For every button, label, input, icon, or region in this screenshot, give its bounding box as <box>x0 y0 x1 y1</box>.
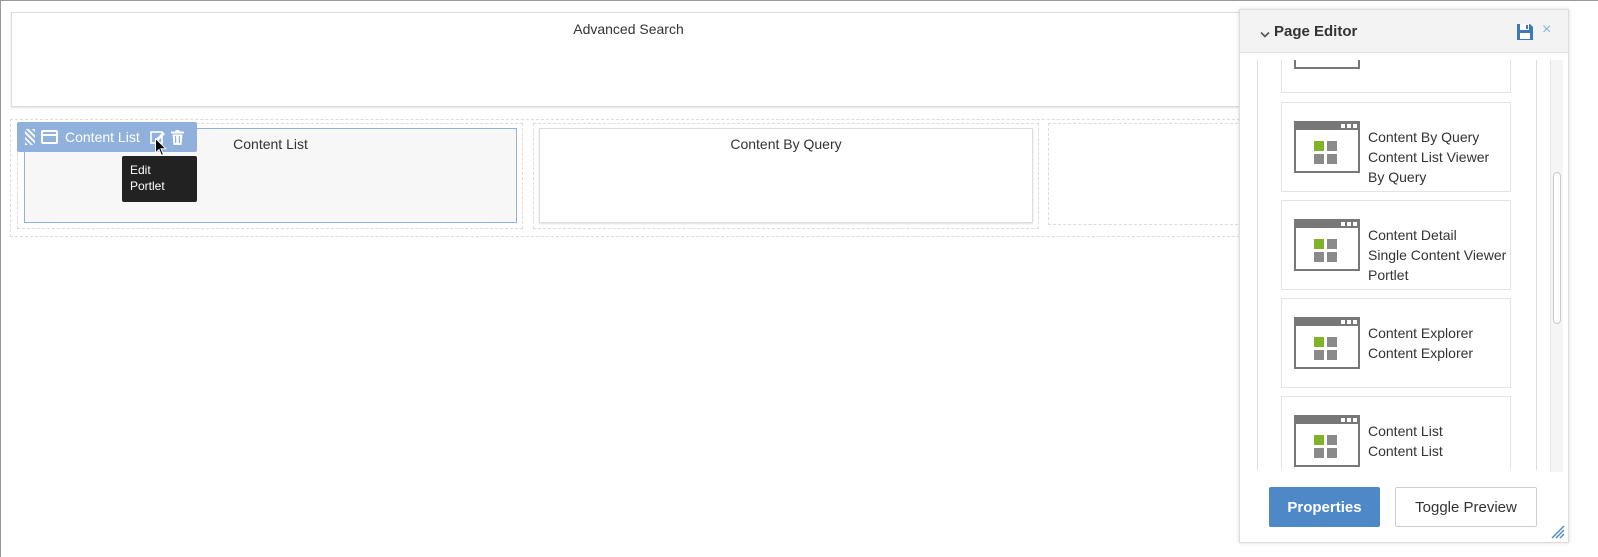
portlet-card[interactable]: Content List Content List <box>1281 396 1511 470</box>
catalog-scrollbar[interactable] <box>1550 60 1563 472</box>
portlet-thumbnail-icon <box>1294 317 1360 369</box>
window-icon <box>41 130 58 144</box>
portlet-card[interactable]: Content By Query Content List Viewer By … <box>1281 102 1511 192</box>
toggle-preview-button[interactable]: Toggle Preview <box>1395 487 1537 527</box>
page-editor-header: Page Editor × <box>1240 10 1568 53</box>
portlet-card-description: Single Content Viewer Portlet <box>1368 247 1507 283</box>
properties-button[interactable]: Properties <box>1269 487 1380 527</box>
tooltip-line-2: Portlet <box>130 179 165 193</box>
portlet-card-name: Content By Query <box>1368 129 1480 145</box>
resize-grip-icon[interactable] <box>1551 525 1565 544</box>
portlet-thumbnail-icon <box>1294 121 1360 173</box>
chevron-down-icon[interactable] <box>1260 26 1270 44</box>
advanced-search-title: Advanced Search <box>573 21 684 37</box>
tooltip-line-1: Edit <box>130 163 151 177</box>
portlet-thumbnail-icon <box>1294 219 1360 271</box>
portlet-toolbar: Content List <box>17 122 197 152</box>
trash-icon[interactable] <box>170 129 186 145</box>
toolbar-label: Content List <box>65 129 140 145</box>
advanced-search-portlet[interactable]: Advanced Search <box>11 12 1246 107</box>
portlet-thumbnail-icon <box>1294 60 1360 69</box>
drag-handle-icon[interactable] <box>25 129 35 145</box>
portlet-card-description: Content List <box>1368 443 1443 459</box>
column-3 <box>1048 123 1243 225</box>
portlet-card-name: Content Detail <box>1368 227 1457 243</box>
edit-portlet-tooltip: Edit Portlet <box>122 156 197 202</box>
portlet-card-description: Content Explorer <box>1368 345 1474 361</box>
portlet-card[interactable]: Content Detail Single Content Viewer Por… <box>1281 200 1511 290</box>
floppy-disk-icon[interactable] <box>1516 23 1534 46</box>
scrollbar-thumb[interactable] <box>1553 172 1561 324</box>
portlet-card[interactable]: Content Explorer Content Explorer <box>1281 298 1511 388</box>
portlet-catalog-list[interactable]: Content By Query Content List Viewer By … <box>1257 60 1537 470</box>
portlet-card-name: Content Explorer <box>1368 325 1474 341</box>
portlet-thumbnail-icon <box>1294 415 1360 467</box>
portlet-card-name: Content List <box>1368 423 1443 439</box>
close-icon[interactable]: × <box>1542 21 1551 39</box>
content-by-query-portlet[interactable]: Content By Query <box>539 128 1033 223</box>
content-by-query-title: Content By Query <box>730 136 842 152</box>
page-editor-title: Page Editor <box>1274 23 1358 40</box>
page-editor-panel: Page Editor × Content By Query Content L… <box>1239 9 1569 543</box>
portlet-card-description: Content List Viewer By Query <box>1368 149 1490 185</box>
mouse-cursor-icon <box>155 137 168 162</box>
page-canvas: Advanced Search Content List Content By … <box>0 0 1598 557</box>
portlet-card-partial[interactable] <box>1281 60 1511 93</box>
